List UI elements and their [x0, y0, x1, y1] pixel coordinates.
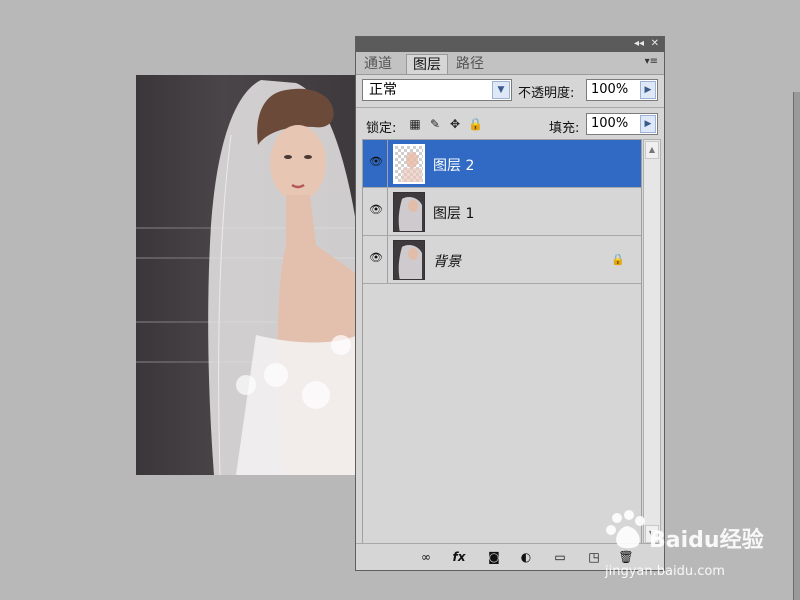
fill-field[interactable]: 100% ▶: [586, 113, 658, 135]
tab-paths[interactable]: 路径: [450, 54, 490, 74]
new-layer-icon[interactable]: ◳: [586, 549, 602, 565]
layer-name[interactable]: 图层 2: [433, 155, 474, 175]
divider: [356, 107, 664, 108]
lock-move-icon[interactable]: ✥: [448, 117, 462, 131]
opacity-arrow-icon[interactable]: ▶: [640, 81, 656, 99]
layer-thumbnail: [393, 192, 425, 232]
panel-tabs: 通道 图层 路径 ▾≡: [356, 52, 664, 75]
layer-row[interactable]: 👁 图层 1: [363, 188, 641, 236]
chevron-down-icon[interactable]: ▼: [492, 81, 510, 99]
layers-panel: ◂◂ ✕ 通道 图层 路径 ▾≡ 正常 ▼ 不透明度: 100% ▶ 锁定: ▦…: [355, 36, 665, 571]
blend-mode-select[interactable]: 正常 ▼: [362, 79, 512, 101]
fill-value: 100%: [591, 116, 629, 131]
panel-menu-icon[interactable]: ▾≡: [645, 56, 658, 67]
watermark-url: jingyan.baidu.com: [605, 564, 725, 579]
collapse-icon[interactable]: ◂◂: [634, 38, 644, 50]
group-folder-icon[interactable]: ▭: [552, 549, 568, 565]
baidu-paw-icon: [606, 510, 645, 549]
tab-channels[interactable]: 通道: [358, 54, 398, 74]
layer-row[interactable]: 👁 图层 2: [363, 140, 641, 188]
layers-list: 👁 图层 2 👁 图层 1 👁 背景 🔒: [362, 139, 642, 545]
layers-scrollbar[interactable]: ▲ ▼: [643, 139, 661, 545]
blend-row: 正常 ▼ 不透明度: 100% ▶: [356, 77, 664, 105]
bride-photo: [208, 80, 358, 475]
watermark: Baidu经验 jingyan.baidu.com: [605, 508, 795, 588]
watermark-brand: Baidu经验: [649, 528, 764, 553]
lock-label: 锁定:: [366, 121, 397, 136]
close-icon[interactable]: ✕: [651, 38, 659, 50]
scroll-up-icon[interactable]: ▲: [645, 141, 659, 159]
tab-layers[interactable]: 图层: [406, 54, 448, 74]
lock-row: 锁定: ▦ ✎ ✥ 🔒 填充: 100% ▶: [356, 111, 664, 139]
lock-brush-icon[interactable]: ✎: [428, 117, 442, 131]
opacity-value: 100%: [591, 82, 629, 97]
eye-icon[interactable]: 👁: [369, 204, 383, 216]
layer-name[interactable]: 图层 1: [433, 203, 474, 223]
adjustment-icon[interactable]: ◐: [518, 549, 534, 565]
opacity-field[interactable]: 100% ▶: [586, 79, 658, 101]
lock-icon: 🔒: [611, 253, 625, 266]
eye-icon[interactable]: 👁: [369, 252, 383, 264]
layer-name[interactable]: 背景: [433, 251, 461, 271]
fx-icon[interactable]: fx: [451, 549, 467, 565]
fill-arrow-icon[interactable]: ▶: [640, 115, 656, 133]
fill-label: 填充:: [549, 121, 580, 136]
canvas-document-image: [136, 75, 358, 475]
panel-titlebar[interactable]: ◂◂ ✕: [356, 37, 664, 52]
layer-row[interactable]: 👁 背景 🔒: [363, 236, 641, 284]
layer-thumbnail: [393, 240, 425, 280]
layer-thumbnail: [393, 144, 425, 184]
lock-all-icon[interactable]: 🔒: [468, 117, 483, 131]
opacity-label: 不透明度:: [518, 86, 575, 101]
eye-icon[interactable]: 👁: [369, 156, 383, 168]
link-icon[interactable]: ∞: [418, 549, 434, 565]
blend-mode-value: 正常: [369, 82, 397, 98]
mask-icon[interactable]: ◙: [486, 549, 502, 565]
lock-transparent-icon[interactable]: ▦: [408, 117, 422, 131]
